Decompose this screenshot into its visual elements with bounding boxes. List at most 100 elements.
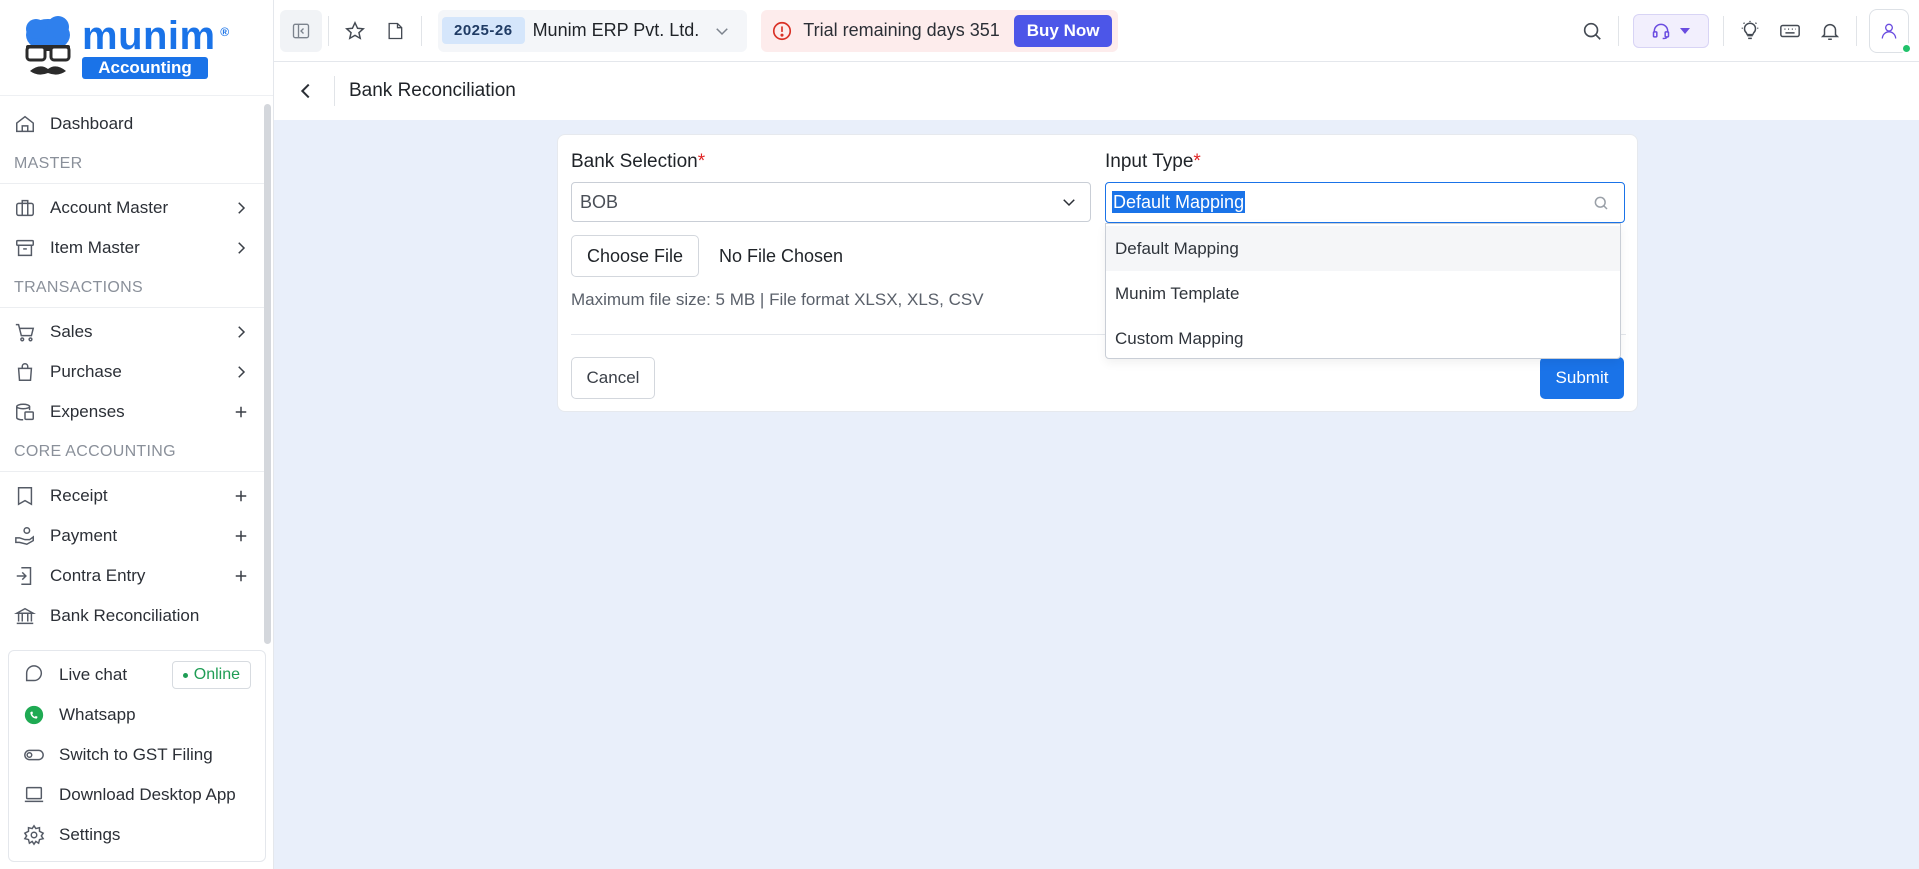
briefcase-icon	[16, 199, 34, 217]
input-type-dropdown: Default Mapping Munim Template Custom Ma…	[1105, 223, 1621, 359]
munim-mascot-icon	[25, 15, 71, 75]
divider	[421, 15, 422, 46]
financial-year-badge[interactable]: 2025-26	[442, 17, 525, 44]
input-type-combobox[interactable]: Default Mapping	[1105, 182, 1625, 223]
top-bar: 2025-26 Munim ERP Pvt. Ltd. Trial remain…	[274, 0, 1919, 62]
shopping-bag-icon	[17, 363, 33, 381]
support-panel: Live chat Online Whatsapp Switch to GST …	[8, 650, 266, 862]
trial-remaining-text: Trial remaining days 351	[803, 20, 1000, 40]
plus-icon[interactable]	[232, 567, 250, 585]
sidebar-toggle-button[interactable]	[280, 9, 322, 52]
cancel-button[interactable]: Cancel	[571, 357, 655, 399]
search-icon	[1583, 22, 1601, 40]
input-type-value[interactable]: Default Mapping	[1112, 191, 1246, 213]
transfer-icon	[16, 567, 32, 585]
page-title: Bank Reconciliation	[349, 80, 516, 101]
search-button[interactable]	[1572, 11, 1612, 51]
notifications-button[interactable]	[1810, 11, 1850, 51]
whatsapp-icon	[24, 705, 44, 725]
settings-item[interactable]: Settings	[9, 815, 265, 855]
sidebar-item-bank-reconciliation[interactable]: Bank Reconciliation	[0, 596, 264, 636]
coins-icon	[16, 403, 34, 421]
buy-now-button[interactable]: Buy Now	[1013, 14, 1113, 47]
sidebar-item-item-master[interactable]: Item Master	[0, 228, 264, 268]
company-name: Munim ERP Pvt. Ltd.	[532, 20, 700, 40]
search-icon	[1594, 196, 1608, 210]
option-default-mapping[interactable]: Default Mapping	[1106, 226, 1620, 271]
bank-selection-value: BOB	[580, 191, 619, 212]
option-custom-mapping[interactable]: Custom Mapping	[1106, 316, 1620, 361]
download-desktop-label: Download Desktop App	[59, 785, 236, 804]
sidebar-item-purchase[interactable]: Purchase	[0, 352, 264, 392]
user-icon	[1881, 23, 1897, 39]
chevron-right-icon	[238, 202, 246, 214]
submit-button[interactable]: Submit	[1540, 357, 1624, 399]
sidebar-item-dashboard[interactable]: Dashboard	[0, 104, 264, 144]
file-status-text: No File Chosen	[719, 246, 844, 266]
sidebar-item-receipt[interactable]: Receipt	[0, 476, 264, 516]
archive-box-icon	[16, 239, 34, 257]
keyboard-shortcuts-button[interactable]	[1770, 11, 1810, 51]
sidebar-item-expenses[interactable]: Expenses	[0, 392, 264, 432]
plus-icon[interactable]	[232, 487, 250, 505]
divider	[1856, 16, 1857, 46]
keyboard-icon	[1780, 24, 1800, 38]
sidebar-collapse-icon	[292, 23, 310, 38]
option-munim-template[interactable]: Munim Template	[1106, 271, 1620, 316]
chevron-left-icon	[300, 83, 310, 99]
sidebar-item-label: Bank Reconciliation	[50, 606, 200, 625]
notes-button[interactable]	[375, 11, 415, 51]
lightbulb-icon	[1741, 20, 1759, 40]
trial-banner: Trial remaining days 351 Buy Now	[761, 9, 1119, 52]
alert-circle-icon	[773, 21, 792, 40]
hand-coin-icon	[15, 527, 34, 546]
sidebar-nav: Dashboard MASTER Account Master Item Mas…	[0, 104, 264, 636]
toggle-icon	[24, 749, 44, 761]
choose-file-button[interactable]: Choose File	[571, 235, 699, 277]
chevron-right-icon	[238, 366, 246, 378]
sidebar-item-label: Contra Entry	[50, 566, 146, 585]
sidebar-item-label: Expenses	[50, 402, 125, 421]
caret-down-icon	[1680, 28, 1690, 34]
plus-icon[interactable]	[232, 527, 250, 545]
gear-icon	[23, 824, 45, 846]
file-hint-text: Maximum file size: 5 MB | File format XL…	[571, 290, 984, 309]
chevron-right-icon	[238, 242, 246, 254]
brand-logo[interactable]: munim ® Accounting	[0, 0, 273, 96]
favorites-button[interactable]	[335, 11, 375, 51]
note-icon	[388, 22, 403, 39]
section-transactions: TRANSACTIONS	[0, 268, 264, 308]
brand-subtitle: Accounting	[82, 56, 208, 79]
bank-icon	[14, 607, 36, 625]
cart-icon	[15, 323, 35, 342]
receipt-icon	[17, 487, 33, 506]
plus-icon[interactable]	[232, 403, 250, 421]
sidebar-scrollbar[interactable]	[264, 104, 271, 644]
company-selector[interactable]: 2025-26 Munim ERP Pvt. Ltd.	[438, 9, 748, 52]
whatsapp-item[interactable]: Whatsapp	[9, 695, 265, 735]
download-desktop-item[interactable]: Download Desktop App	[9, 775, 265, 815]
support-menu-button[interactable]	[1633, 14, 1709, 48]
sidebar: munim ® Accounting Dashboard MASTER Accou…	[0, 0, 274, 869]
sidebar-item-contra-entry[interactable]: Contra Entry	[0, 556, 264, 596]
back-button[interactable]	[288, 73, 324, 109]
star-icon	[345, 20, 365, 40]
sidebar-item-label: Sales	[50, 322, 93, 341]
switch-gst-label: Switch to GST Filing	[59, 745, 213, 764]
sidebar-item-label: Receipt	[50, 486, 108, 505]
user-avatar[interactable]	[1869, 9, 1912, 54]
divider	[328, 15, 329, 46]
sidebar-item-sales[interactable]: Sales	[0, 312, 264, 352]
sidebar-item-label: Payment	[50, 526, 118, 545]
section-core-accounting: CORE ACCOUNTING	[0, 432, 264, 472]
switch-gst-item[interactable]: Switch to GST Filing	[9, 735, 265, 775]
bank-selection-select[interactable]: BOB	[571, 182, 1091, 222]
live-chat-item[interactable]: Live chat Online	[9, 655, 265, 695]
ideas-button[interactable]	[1730, 11, 1770, 51]
chevron-down-icon	[716, 27, 729, 35]
sidebar-item-label: Dashboard	[50, 114, 134, 133]
headset-icon	[1652, 23, 1670, 40]
sidebar-item-payment[interactable]: Payment	[0, 516, 264, 556]
sidebar-item-account-master[interactable]: Account Master	[0, 188, 264, 228]
brand-name: munim ®	[82, 13, 230, 58]
